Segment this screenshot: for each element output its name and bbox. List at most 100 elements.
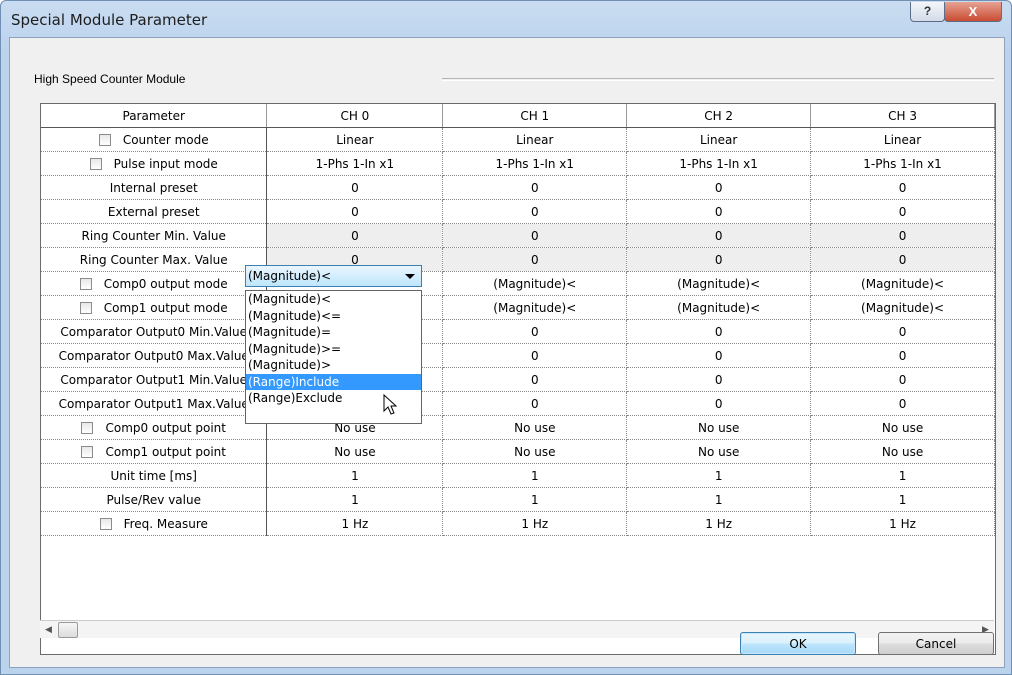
value-cell-ch2[interactable]: 0: [626, 199, 812, 224]
help-button[interactable]: ?: [910, 2, 945, 22]
value-cell-ch2[interactable]: No use: [626, 415, 812, 440]
value-cell-ch2[interactable]: 0: [626, 319, 812, 344]
parameter-label: Comp1 output mode: [103, 300, 228, 315]
value-cell-ch1[interactable]: 1-Phs 1-In x1: [442, 151, 628, 176]
parameter-checkbox[interactable]: [81, 421, 94, 434]
parameter-checkbox[interactable]: [99, 517, 112, 530]
value-cell-ch3[interactable]: 1 Hz: [810, 511, 995, 536]
value-cell-ch1[interactable]: No use: [442, 415, 628, 440]
value-cell-ch3[interactable]: No use: [810, 439, 995, 464]
value-cell-ch3[interactable]: 0: [810, 367, 995, 392]
scroll-thumb[interactable]: [58, 622, 78, 638]
ok-button[interactable]: OK: [740, 632, 856, 655]
value-cell-ch3[interactable]: No use: [810, 415, 995, 440]
parameter-checkbox[interactable]: [81, 445, 94, 458]
parameter-checkbox[interactable]: [89, 157, 102, 170]
value-cell-ch0[interactable]: 0: [266, 223, 444, 248]
value-cell-ch2[interactable]: (Magnitude)<: [626, 271, 812, 296]
value-cell-ch1[interactable]: 1: [442, 463, 628, 488]
table-row: Unit time [ms] 1 1 1 1: [41, 463, 995, 488]
value-cell-ch2[interactable]: (Magnitude)<: [626, 295, 812, 320]
dropdown-option[interactable]: (Magnitude)>=: [246, 341, 421, 358]
value-cell-ch2[interactable]: 1 Hz: [626, 511, 812, 536]
comp0-mode-combobox[interactable]: (Magnitude)<: [245, 265, 422, 287]
table-row: Comparator Output0 Min.Value0000: [41, 319, 995, 344]
value-cell-ch3[interactable]: 0: [810, 175, 995, 200]
table-row: Comparator Output1 Max.Value0000: [41, 391, 995, 416]
value-cell-ch3[interactable]: 1-Phs 1-In x1: [810, 151, 995, 176]
value-cell-ch1[interactable]: (Magnitude)<: [442, 271, 628, 296]
chevron-down-icon[interactable]: [405, 274, 415, 279]
table-row: Comp0 output point No use No use No use No u…: [41, 415, 995, 440]
value-cell-ch3[interactable]: 0: [810, 391, 995, 416]
value-cell-ch0[interactable]: 0: [266, 199, 444, 224]
value-cell-ch3[interactable]: 1: [810, 463, 995, 488]
value-cell-ch0[interactable]: 1 Hz: [266, 511, 444, 536]
value-cell-ch1[interactable]: 1 Hz: [442, 511, 628, 536]
value-cell-ch2[interactable]: 0: [626, 343, 812, 368]
value-cell-ch2[interactable]: 1: [626, 463, 812, 488]
value-cell-ch3[interactable]: Linear: [810, 127, 995, 152]
parameter-checkbox[interactable]: [98, 133, 111, 146]
value-cell-ch3[interactable]: 1: [810, 487, 995, 512]
parameter-cell: Unit time [ms]: [41, 463, 268, 488]
value-cell-ch3[interactable]: 0: [810, 247, 995, 272]
window-title: Special Module Parameter: [11, 11, 208, 29]
value-cell-ch1[interactable]: 0: [442, 319, 628, 344]
value-cell-ch2[interactable]: 0: [626, 223, 812, 248]
dropdown-option[interactable]: (Magnitude)=: [246, 324, 421, 341]
value-cell-ch2[interactable]: 1: [626, 487, 812, 512]
value-cell-ch1[interactable]: 0: [442, 175, 628, 200]
value-cell-ch1[interactable]: (Magnitude)<: [442, 295, 628, 320]
value-cell-ch1[interactable]: 1: [442, 487, 628, 512]
value-cell-ch2[interactable]: 0: [626, 175, 812, 200]
table-row: Ring Counter Min. Value 0 0 0 0: [41, 223, 995, 248]
value-cell-ch0[interactable]: Linear: [266, 127, 444, 152]
value-cell-ch1[interactable]: 0: [442, 343, 628, 368]
value-cell-ch2[interactable]: Linear: [626, 127, 812, 152]
scroll-left-arrow-icon[interactable]: ◀: [40, 621, 57, 638]
value-cell-ch1[interactable]: 0: [442, 367, 628, 392]
value-cell-ch2[interactable]: 0: [626, 367, 812, 392]
value-cell-ch1[interactable]: 0: [442, 247, 628, 272]
value-cell-ch1[interactable]: 0: [442, 199, 628, 224]
dropdown-option[interactable]: (Magnitude)<=: [246, 308, 421, 325]
parameter-label: Internal preset: [109, 180, 198, 195]
cancel-button[interactable]: Cancel: [878, 632, 994, 655]
column-header-ch0: CH 0: [266, 104, 444, 128]
table-header-row: Parameter CH 0 CH 1 CH 2 CH 3: [41, 104, 995, 128]
column-header-ch3: CH 3: [810, 104, 995, 128]
close-button[interactable]: X: [944, 2, 1002, 22]
value-cell-ch3[interactable]: (Magnitude)<: [810, 295, 995, 320]
value-cell-ch1[interactable]: Linear: [442, 127, 628, 152]
table-row: Pulse input mode 1-Phs 1-In x1 1-Phs 1-In …: [41, 151, 995, 176]
parameter-label: Comparator Output0 Min.Value: [60, 324, 248, 339]
value-cell-ch1[interactable]: No use: [442, 439, 628, 464]
dropdown-option[interactable]: (Magnitude)>: [246, 357, 421, 374]
dropdown-option[interactable]: (Magnitude)<: [246, 291, 421, 308]
value-cell-ch2[interactable]: 0: [626, 391, 812, 416]
value-cell-ch0[interactable]: 1: [266, 463, 444, 488]
value-cell-ch0[interactable]: 0: [266, 175, 444, 200]
value-cell-ch3[interactable]: 0: [810, 223, 995, 248]
table-row: Ring Counter Max. Value 0 0 0 0: [41, 247, 995, 272]
value-cell-ch1[interactable]: 0: [442, 223, 628, 248]
column-header-ch1: CH 1: [442, 104, 628, 128]
value-cell-ch0[interactable]: 1-Phs 1-In x1: [266, 151, 444, 176]
title-bar[interactable]: Special Module Parameter ? X: [1, 1, 1011, 39]
dropdown-option[interactable]: (Range)Include: [246, 373, 421, 390]
value-cell-ch3[interactable]: 0: [810, 343, 995, 368]
value-cell-ch2[interactable]: 1-Phs 1-In x1: [626, 151, 812, 176]
value-cell-ch0[interactable]: No use: [266, 439, 444, 464]
parameter-checkbox[interactable]: [79, 301, 92, 314]
value-cell-ch1[interactable]: 0: [442, 391, 628, 416]
value-cell-ch3[interactable]: 0: [810, 199, 995, 224]
value-cell-ch2[interactable]: 0: [626, 247, 812, 272]
value-cell-ch3[interactable]: (Magnitude)<: [810, 271, 995, 296]
value-cell-ch3[interactable]: 0: [810, 319, 995, 344]
parameter-checkbox[interactable]: [79, 277, 92, 290]
value-cell-ch0[interactable]: 1: [266, 487, 444, 512]
table-row: Comp1 output mode (Magnitude)< (Magnitude)…: [41, 295, 995, 320]
value-cell-ch2[interactable]: No use: [626, 439, 812, 464]
parameter-label: Comp0 output mode: [103, 276, 228, 291]
